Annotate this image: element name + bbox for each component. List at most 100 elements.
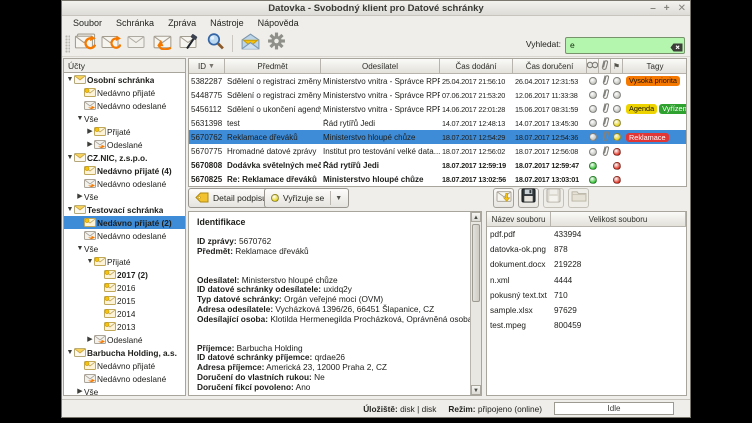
file-column-header[interactable]: Název souboru (487, 212, 551, 227)
expander-closed-icon[interactable]: ▶ (86, 125, 94, 138)
sidebar-item[interactable]: Nedávno odeslané (64, 372, 185, 385)
paperclip-column-header[interactable] (599, 59, 611, 74)
attachment-row[interactable]: pokusný text.txt710 (487, 288, 686, 303)
maximize-button[interactable]: + (664, 1, 670, 16)
sidebar-item[interactable]: ▼Testovací schránka (64, 203, 185, 216)
message-row[interactable]: 5670808Dodávka světelných mečůŘád rytířů… (189, 159, 686, 173)
column-header-odesílatel[interactable]: Odesílatel (321, 59, 440, 74)
detail-scrollbar[interactable]: ▲ ▼ (470, 212, 481, 395)
file-column-header[interactable]: Velikost souboru (551, 212, 686, 227)
menu-schranka[interactable]: Schránka (109, 16, 161, 31)
read-column-header[interactable] (587, 59, 599, 74)
expander-open-icon[interactable]: ▼ (76, 112, 84, 125)
menu-nastroje[interactable]: Nástroje (203, 16, 251, 31)
column-header-čas doručení[interactable]: Čas doručení (513, 59, 587, 74)
scroll-down-icon[interactable]: ▼ (471, 385, 481, 395)
sidebar-item[interactable]: Nedávno odeslané (64, 229, 185, 242)
message-row[interactable]: 5670775Hromadné datové zprávyInstitut pr… (189, 144, 686, 158)
expander-open-icon[interactable]: ▼ (66, 346, 74, 359)
sidebar-item[interactable]: ▼Vše (64, 112, 185, 125)
attachment-row[interactable]: pdf.pdf433994 (487, 227, 686, 242)
sidebar-item[interactable]: Nedávno odeslané (64, 99, 185, 112)
titlebar[interactable]: Datovka - Svobodný klient pro Datové sch… (62, 1, 690, 16)
expander-open-icon[interactable]: ▼ (76, 242, 84, 255)
signature-detail-button[interactable]: Detail podpisu (188, 188, 274, 208)
message-state-dropdown[interactable]: Vyřizuje se ▼ (264, 188, 349, 208)
column-header-tagy[interactable]: Tagy (623, 59, 687, 74)
sidebar-item[interactable]: ▼Vše (64, 242, 185, 255)
message-row[interactable]: 5670762Reklamace dřevákůMinisterstvo hlo… (189, 130, 686, 144)
expander-closed-icon[interactable]: ▶ (86, 333, 94, 346)
attachment-row[interactable]: sample.xlsx97629 (487, 303, 686, 318)
message-row[interactable]: 5670825Re: Reklamace dřevákůMinisterstvo… (189, 173, 686, 187)
attachment-row[interactable]: test.mpeg800459 (487, 318, 686, 333)
sidebar-item[interactable]: Nedávno přijaté (2) (64, 216, 185, 229)
state-yellow-icon (271, 194, 279, 202)
reply-button[interactable] (150, 32, 176, 55)
close-button[interactable]: ✕ (678, 1, 686, 16)
expander-open-icon[interactable]: ▼ (66, 73, 74, 86)
sidebar-item[interactable]: ▶Odeslané (64, 333, 185, 346)
column-header-id[interactable]: ID▼ (189, 59, 225, 74)
message-row[interactable]: 5448775Sdělení o registraci změny ...Min… (189, 88, 686, 102)
sidebar-item[interactable]: Nedávno přijaté (4) (64, 164, 185, 177)
expander-open-icon[interactable]: ▼ (86, 255, 94, 268)
flag-column-header[interactable]: ⚑ (611, 59, 623, 74)
download-all-accounts-button[interactable] (72, 32, 98, 55)
message-row[interactable]: 5382287Sdělení o registraci změny ...Min… (189, 74, 686, 88)
new-message-button[interactable] (124, 32, 150, 55)
sidebar-item[interactable]: 2014 (64, 307, 185, 320)
sidebar-item[interactable]: ▶Přijaté (64, 125, 185, 138)
column-label: Velikost souboru (589, 215, 648, 224)
sidebar-item[interactable]: 2016 (64, 281, 185, 294)
cell: 14.07.2017 12:48:13 (440, 119, 513, 128)
expander-closed-icon[interactable]: ▶ (76, 385, 84, 396)
sidebar-item[interactable]: ▶Odeslané (64, 138, 185, 151)
sidebar-item[interactable]: ▼Osobní schránka (64, 73, 185, 86)
save-attachment-button[interactable] (518, 188, 539, 208)
column-header-čas dodání[interactable]: Čas dodání (440, 59, 513, 74)
sidebar-item[interactable]: Nedávno přijaté (64, 359, 185, 372)
scrollbar-thumb[interactable] (472, 224, 480, 302)
verify-message-button[interactable] (176, 32, 202, 55)
sidebar-item[interactable]: ▶Vše (64, 385, 185, 396)
expander-open-icon[interactable]: ▼ (66, 151, 74, 164)
cell: 18.07.2017 12:54:29 (440, 133, 513, 142)
download-attachment-button[interactable] (493, 188, 514, 208)
message-row[interactable]: 5456112Sdělení o ukončení agendyMinister… (189, 102, 686, 116)
cell: Reklamace dřeváků (225, 133, 321, 142)
clear-search-icon[interactable] (670, 39, 683, 48)
sidebar-item[interactable]: 2015 (64, 294, 185, 307)
sidebar-item[interactable]: Nedávno odeslané (64, 177, 185, 190)
settings-button[interactable] (263, 32, 289, 55)
file-name: sample.xlsx (487, 306, 551, 315)
menu-soubor[interactable]: Soubor (66, 16, 109, 31)
sidebar-item[interactable]: 2017 (2) (64, 268, 185, 281)
sync-one-icon (101, 33, 121, 55)
menu-zprava[interactable]: Zpráva (161, 16, 203, 31)
sidebar-item[interactable]: ▼Přijaté (64, 255, 185, 268)
minimize-button[interactable]: – (650, 1, 656, 16)
open-message-button[interactable] (237, 32, 263, 55)
attachment-row[interactable]: datovka-ok.png878 (487, 242, 686, 257)
sidebar-item[interactable]: 2013 (64, 320, 185, 333)
expander-closed-icon[interactable]: ▶ (76, 190, 84, 203)
message-row[interactable]: 5631398testŘád rytířů Jedi14.07.2017 12:… (189, 116, 686, 130)
sidebar-item[interactable]: Nedávno přijaté (64, 86, 185, 99)
download-account-button[interactable] (98, 32, 124, 55)
sent-icon (84, 101, 97, 110)
search-message-button[interactable] (202, 32, 228, 55)
column-header-předmět[interactable]: Předmět (225, 59, 321, 74)
toolbar-drag-handle[interactable] (65, 35, 70, 53)
expander-open-icon[interactable]: ▼ (66, 203, 74, 216)
dropdown-separator (330, 191, 331, 205)
search-input[interactable] (565, 37, 685, 54)
scroll-up-icon[interactable]: ▲ (471, 212, 481, 222)
sidebar-item[interactable]: ▼CZ.NIC, z.s.p.o. (64, 151, 185, 164)
expander-closed-icon[interactable]: ▶ (86, 138, 94, 151)
attachment-row[interactable]: n.xml4444 (487, 273, 686, 288)
menu-napoveda[interactable]: Nápověda (251, 16, 306, 31)
attachment-row[interactable]: dokument.docx219228 (487, 257, 686, 272)
sidebar-item[interactable]: ▼Barbucha Holding, a.s. (64, 346, 185, 359)
sidebar-item[interactable]: ▶Vše (64, 190, 185, 203)
